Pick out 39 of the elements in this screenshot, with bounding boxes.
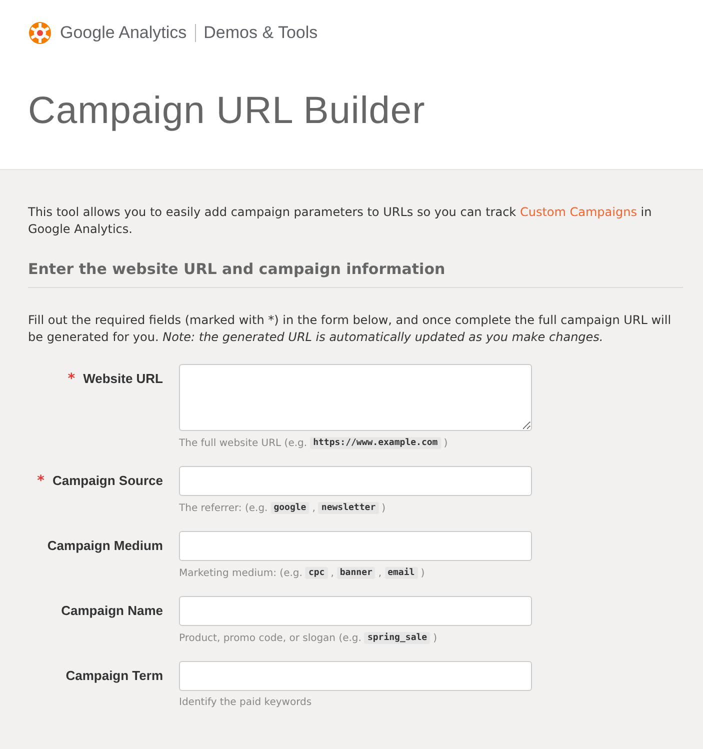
required-mark: * xyxy=(68,371,76,387)
product-name: Google Analytics xyxy=(60,23,187,43)
help-text: ) xyxy=(420,568,425,578)
code-sample: newsletter xyxy=(318,502,379,514)
field-label: Website URL xyxy=(83,371,163,386)
instructions-text: Fill out the required fields (marked with *) in the form below, and once complete the full campaign URL will be generated for you. Note: the generated URL is automatically updated as you make changes. xyxy=(28,312,672,346)
code-sample: email xyxy=(384,567,418,579)
input-field[interactable] xyxy=(179,466,532,496)
help-text: , xyxy=(378,568,382,578)
help-text: ) xyxy=(444,438,448,448)
url-field[interactable] xyxy=(179,364,532,431)
section-name: Demos & Tools xyxy=(204,23,318,43)
help-text: The referrer: (e.g. xyxy=(179,502,268,514)
section-heading: Enter the website URL and campaign information xyxy=(28,260,683,288)
intro-text: This tool allows you to easily add campaign parameters to URLs so you can track Custom Campaigns in Google Analytics. xyxy=(28,204,653,238)
help-text: The full website URL (e.g. xyxy=(179,438,308,448)
help-text: , xyxy=(312,502,316,514)
field-label: Campaign Source xyxy=(52,473,163,488)
help-text: ) xyxy=(382,502,386,514)
help-text: ) xyxy=(433,632,437,644)
custom-campaigns-link[interactable]: Custom Campaigns xyxy=(520,205,637,219)
field-label: Campaign Medium xyxy=(47,538,163,553)
help-text: Product, promo code, or slogan (e.g. xyxy=(179,632,362,644)
input-field[interactable] xyxy=(179,531,532,561)
field-label: Campaign Name xyxy=(61,603,163,618)
code-sample: spring_sale xyxy=(364,632,430,644)
code-sample: https://www.example.com xyxy=(310,437,441,449)
gear-logo-icon xyxy=(28,21,52,45)
code-sample: banner xyxy=(336,567,376,579)
input-field[interactable] xyxy=(179,596,532,626)
code-sample: google xyxy=(270,502,310,514)
page-title: Campaign URL Builder xyxy=(28,90,426,133)
field-label: Campaign Term xyxy=(66,668,163,683)
required-mark: * xyxy=(37,473,44,489)
code-sample: cpc xyxy=(305,567,328,579)
help-text: , xyxy=(330,568,334,578)
help-text: Identify the paid keywords xyxy=(179,697,312,708)
help-text: Marketing medium: (e.g. xyxy=(179,568,302,578)
input-field[interactable] xyxy=(179,661,532,691)
